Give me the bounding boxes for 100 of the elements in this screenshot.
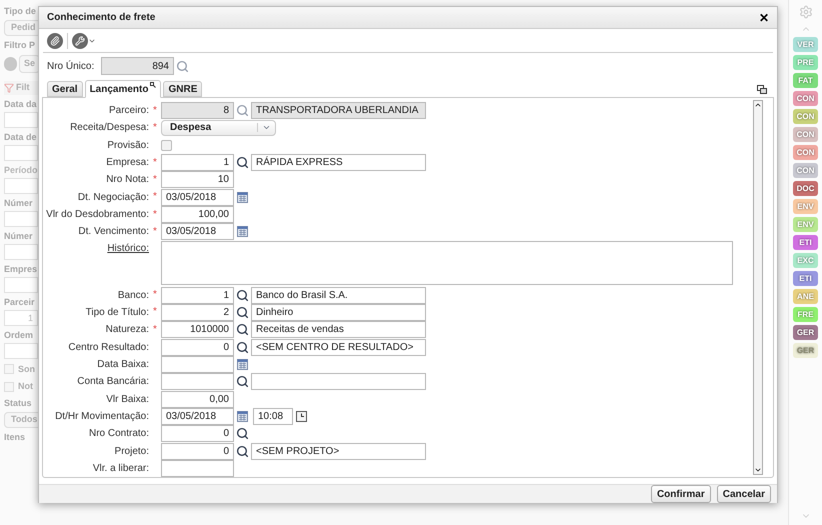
date-field[interactable]: 03/05/2018 [161, 188, 234, 206]
description-field[interactable]: <SEM PROJETO> [251, 442, 426, 460]
number-field[interactable] [161, 460, 234, 477]
popout-icon [150, 82, 156, 88]
code-field[interactable]: 1010000 [161, 321, 234, 338]
field-label: Dt/Hr Movimentação: [54, 410, 149, 424]
search-icon[interactable] [236, 288, 249, 302]
filter-field[interactable] [4, 178, 38, 194]
clock-icon[interactable] [296, 410, 307, 422]
field-label: Vlr. a liberar: [92, 462, 149, 476]
filter-label: Parceir [4, 296, 36, 308]
calendar-icon[interactable] [237, 226, 248, 238]
filter-label: Númer [4, 230, 34, 242]
required-mark: * [153, 106, 157, 116]
search-icon[interactable] [236, 156, 249, 170]
tab[interactable]: Lançamento [84, 80, 162, 98]
field-label: Nro Nota: [105, 173, 149, 188]
field-label: Provisão: [106, 138, 149, 153]
search-icon[interactable] [236, 427, 249, 440]
checkbox-label: Son [18, 362, 35, 376]
search-icon[interactable] [236, 340, 249, 354]
field-label: Dt. Vencimento: [77, 225, 149, 240]
filter-field[interactable] [4, 244, 38, 260]
dialog-button[interactable]: Cancelar [716, 485, 771, 503]
action-badge[interactable]: DOC [793, 181, 818, 196]
scroll-down-icon [754, 466, 762, 474]
scroll-up-icon [754, 101, 762, 109]
code-field[interactable] [161, 373, 234, 390]
required-mark: * [153, 290, 157, 300]
windows-icon[interactable] [757, 85, 767, 94]
checkbox[interactable] [4, 382, 14, 392]
code-field[interactable]: 0 [161, 338, 234, 356]
code-field[interactable]: 2 [161, 304, 234, 321]
filter-field[interactable] [4, 342, 38, 358]
round-icon[interactable] [4, 57, 17, 71]
code-field[interactable]: 1 [161, 286, 234, 304]
attachment-button[interactable] [47, 32, 63, 48]
description-field[interactable]: Receitas de vendas [251, 321, 426, 338]
filter-label: Tipo de [4, 6, 37, 17]
action-badge[interactable]: GER [793, 325, 818, 340]
filter-field[interactable] [4, 112, 38, 128]
select-dropdown[interactable]: Despesa [161, 120, 276, 136]
code-field[interactable]: 1 [161, 154, 234, 172]
filter-label: Ordem [4, 330, 34, 340]
filter-field[interactable] [4, 276, 38, 292]
filter-label: Status [4, 398, 33, 408]
field-label: Receita/Despesa: [69, 121, 149, 136]
checkbox-label: Not [18, 380, 33, 393]
required-mark: * [153, 210, 157, 220]
field-label: Dt. Negociação: [76, 190, 149, 205]
filter-field[interactable] [4, 144, 38, 160]
checkbox[interactable] [161, 140, 172, 151]
tools-button[interactable] [72, 32, 96, 48]
field-label: Nro Contrato: [88, 427, 149, 442]
calendar-icon[interactable] [237, 410, 248, 422]
number-field[interactable]: 0,00 [161, 390, 234, 408]
filter-label: Filt [16, 81, 30, 94]
field-label: Vlr Baixa: [105, 392, 149, 407]
description-field[interactable]: <SEM CENTRO DE RESULTADO> [251, 338, 426, 356]
filter-icon [4, 82, 14, 93]
date-field[interactable]: 03/05/2018 [161, 408, 234, 425]
required-mark: * [153, 324, 157, 335]
description-field[interactable]: Dinheiro [251, 304, 426, 321]
field-label: Banco: [116, 288, 149, 303]
date-field[interactable] [161, 356, 234, 373]
required-mark: * [153, 174, 157, 185]
filter-label: Filtro P [4, 40, 36, 51]
scrollbar[interactable] [753, 100, 763, 475]
time-field[interactable]: 10:08 [253, 408, 293, 425]
description-field[interactable]: TRANSPORTADORA UBERLANDIA [251, 102, 426, 120]
search-icon[interactable] [236, 323, 249, 336]
calendar-icon[interactable] [237, 192, 248, 203]
field-label: Nro Único: [47, 59, 96, 74]
paperclip-icon [50, 36, 60, 46]
filter-field[interactable] [4, 210, 38, 226]
number-field[interactable]: 10 [161, 171, 234, 188]
date-field[interactable]: 03/05/2018 [161, 223, 234, 240]
checkbox[interactable] [4, 364, 14, 374]
search-icon[interactable] [236, 306, 249, 319]
number-field[interactable]: 100,00 [161, 206, 234, 224]
field-label: Conta Bancária: [76, 375, 149, 390]
tab[interactable]: Geral [47, 81, 83, 97]
field-label: Parceiro: [108, 104, 149, 118]
description-field[interactable]: Banco do Brasil S.A. [251, 286, 426, 304]
tab[interactable]: GNRE [163, 81, 202, 97]
description-field[interactable]: RÁPIDA EXPRESS [251, 154, 426, 172]
settings-icon[interactable] [798, 5, 812, 19]
filter-label: Númer [4, 198, 34, 208]
search-icon[interactable] [236, 444, 249, 458]
calendar-icon[interactable] [237, 358, 248, 370]
code-field[interactable]: 8 [161, 102, 234, 120]
field-label: Natureza: [104, 323, 149, 338]
search-icon[interactable] [236, 375, 249, 388]
close-button[interactable]: ✕ [759, 12, 769, 24]
id-field[interactable]: 894 [101, 57, 174, 75]
code-field[interactable]: 0 [161, 442, 234, 460]
description-field[interactable] [251, 373, 426, 390]
code-field[interactable]: 0 [161, 425, 234, 442]
dialog-button[interactable]: Confirmar [650, 485, 711, 503]
required-mark: * [153, 122, 157, 133]
